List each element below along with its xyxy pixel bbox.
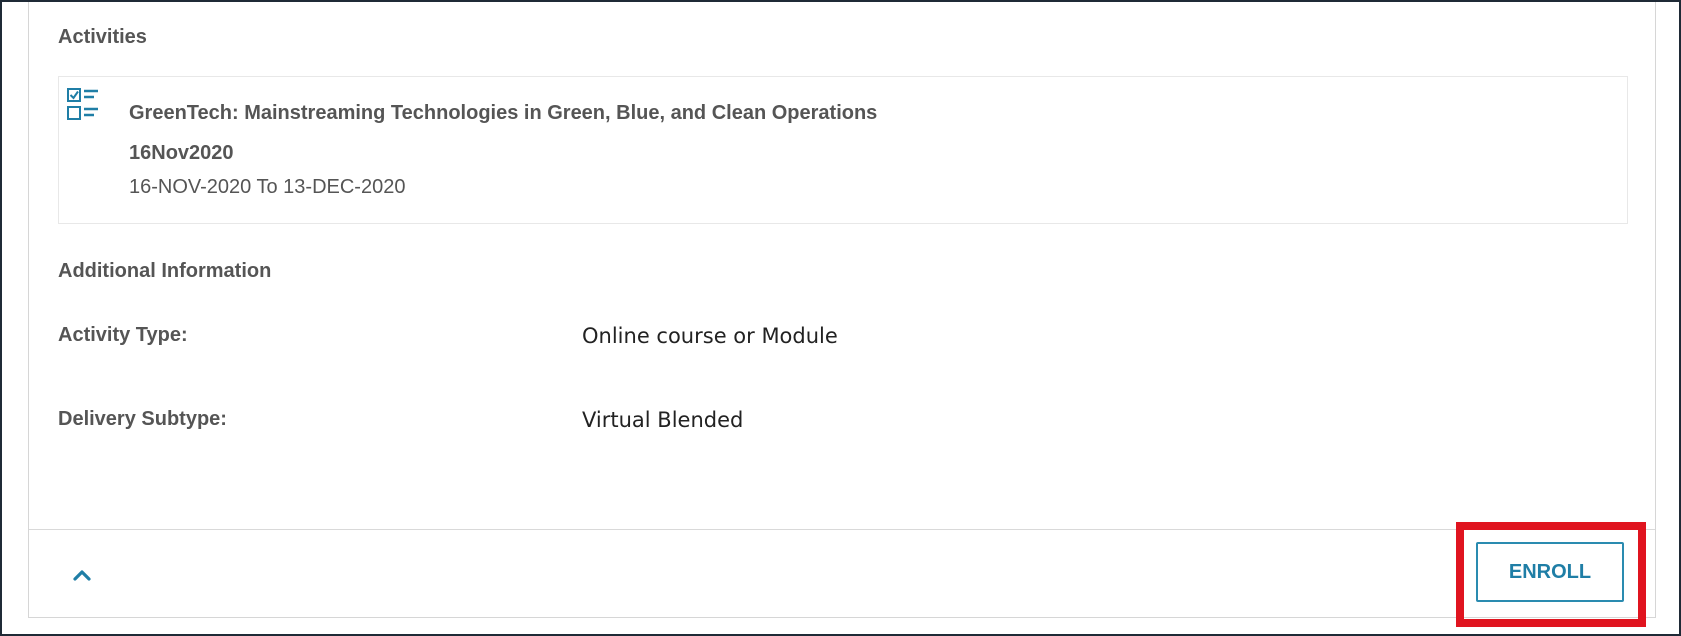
checklist-icon: [67, 87, 101, 123]
delivery-subtype-value: Virtual Blended: [582, 408, 744, 432]
footer-divider: [29, 529, 1655, 530]
collapse-button[interactable]: [62, 557, 102, 597]
enroll-button[interactable]: ENROLL: [1476, 542, 1624, 602]
delivery-subtype-label: Delivery Subtype:: [58, 408, 227, 430]
activities-heading: Activities: [58, 26, 147, 48]
window-frame: Activities GreenTech: Mainstreaming Tech…: [0, 0, 1681, 636]
chevron-up-icon: [72, 568, 92, 587]
activity-title[interactable]: GreenTech: Mainstreaming Technologies in…: [129, 93, 889, 173]
activity-date-range: 16-NOV-2020 To 13-DEC-2020: [129, 176, 406, 198]
activity-type-value: Online course or Module: [582, 324, 838, 348]
activity-item[interactable]: GreenTech: Mainstreaming Technologies in…: [58, 76, 1628, 224]
additional-information-heading: Additional Information: [58, 260, 272, 282]
activity-type-label: Activity Type:: [58, 324, 188, 346]
